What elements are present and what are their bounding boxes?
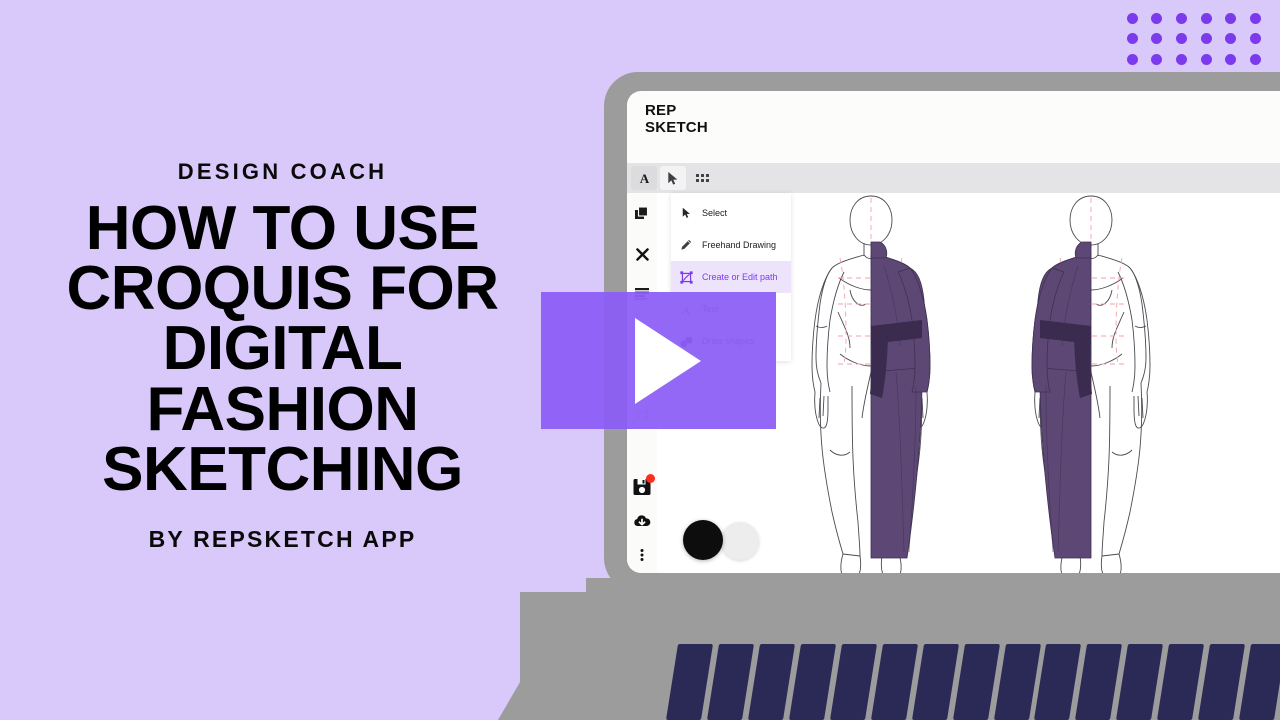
save-notification-badge bbox=[646, 474, 655, 483]
path-node-icon bbox=[679, 270, 693, 284]
keyboard-key bbox=[829, 644, 877, 720]
more-options-button[interactable] bbox=[632, 545, 652, 565]
app-logo: REP SKETCH bbox=[645, 102, 708, 136]
decorative-dot bbox=[1200, 12, 1212, 24]
menu-item-select[interactable]: Select bbox=[671, 197, 791, 229]
laptop-keyboard bbox=[665, 644, 1280, 720]
promo-text-block: DESIGN COACH HOW TO USE CROQUIS FOR DIGI… bbox=[0, 0, 565, 720]
decorative-dot bbox=[1225, 54, 1237, 66]
keyboard-key bbox=[665, 644, 713, 720]
keyboard-key bbox=[870, 644, 918, 720]
cursor-arrow-icon bbox=[668, 171, 678, 185]
decorative-dot bbox=[1250, 54, 1262, 66]
menu-item-label: Select bbox=[702, 208, 728, 218]
decorative-dot-grid bbox=[1120, 8, 1268, 70]
decorative-dot bbox=[1176, 33, 1188, 45]
keyboard-key bbox=[1239, 644, 1280, 720]
garment-drape bbox=[1031, 241, 1092, 558]
menu-item-label: Create or Edit path bbox=[702, 272, 778, 282]
menu-item-freehand-drawing[interactable]: Freehand Drawing bbox=[671, 229, 791, 261]
decorative-dot bbox=[1250, 12, 1262, 24]
menu-item-create-or-edit-path[interactable]: Create or Edit path bbox=[671, 261, 791, 293]
keyboard-key bbox=[706, 644, 754, 720]
page-title: HOW TO USE CROQUIS FOR DIGITAL FASHION S… bbox=[66, 194, 499, 504]
decorative-dot bbox=[1225, 33, 1237, 45]
color-swatches bbox=[683, 519, 759, 560]
decorative-dot bbox=[1151, 12, 1163, 24]
decorative-dot bbox=[1126, 12, 1138, 24]
copy-layers-icon bbox=[635, 206, 649, 219]
stroke-color-swatch[interactable] bbox=[721, 522, 759, 560]
decorative-dot bbox=[1151, 54, 1163, 66]
vertical-dots-icon bbox=[640, 549, 644, 561]
decorative-dot bbox=[1126, 54, 1138, 66]
play-button[interactable] bbox=[541, 292, 776, 429]
keyboard-key bbox=[1198, 644, 1246, 720]
keyboard-key bbox=[1157, 644, 1205, 720]
decorative-dot bbox=[1200, 33, 1212, 45]
keyboard-key bbox=[911, 644, 959, 720]
cloud-download-icon bbox=[634, 515, 651, 526]
decorative-dot bbox=[1126, 33, 1138, 45]
play-triangle-icon bbox=[634, 317, 701, 404]
menu-item-label: Freehand Drawing bbox=[702, 240, 777, 250]
keyboard-key bbox=[952, 644, 1000, 720]
keyboard-key bbox=[788, 644, 836, 720]
delete-tool-button[interactable] bbox=[631, 243, 653, 265]
keyboard-key bbox=[747, 644, 795, 720]
keyboard-key bbox=[1116, 644, 1164, 720]
croquis-figure-left[interactable] bbox=[776, 186, 966, 574]
close-x-icon bbox=[635, 247, 649, 261]
decorative-dot bbox=[1225, 12, 1237, 24]
decorative-dot bbox=[1176, 54, 1188, 66]
decorative-dot bbox=[1176, 12, 1188, 24]
decorative-dot bbox=[1200, 54, 1212, 66]
byline-label: BY REPSKETCH APP bbox=[148, 525, 417, 552]
decorative-dot bbox=[1250, 33, 1262, 45]
duplicate-tool-button[interactable] bbox=[631, 203, 653, 225]
eyebrow-label: DESIGN COACH bbox=[177, 159, 388, 185]
garment-drape bbox=[869, 241, 930, 558]
keyboard-key bbox=[1034, 644, 1082, 720]
save-button[interactable] bbox=[632, 474, 655, 497]
grid-tool-button[interactable] bbox=[689, 166, 715, 190]
svg-text:A: A bbox=[639, 171, 649, 186]
cursor-arrow-icon bbox=[679, 206, 693, 220]
text-tool-button[interactable]: A bbox=[631, 166, 657, 190]
fill-color-swatch[interactable] bbox=[683, 520, 723, 560]
croquis-figure-right[interactable] bbox=[996, 186, 1186, 574]
tool-rail-bottom bbox=[627, 474, 657, 565]
select-tool-button[interactable] bbox=[660, 166, 686, 190]
keyboard-key bbox=[1075, 644, 1123, 720]
grid-dots-icon bbox=[695, 174, 709, 182]
decorative-dot bbox=[1151, 33, 1163, 45]
download-button[interactable] bbox=[632, 511, 652, 531]
keyboard-key bbox=[993, 644, 1041, 720]
letter-a-icon: A bbox=[639, 171, 649, 186]
pencil-icon bbox=[679, 238, 693, 252]
